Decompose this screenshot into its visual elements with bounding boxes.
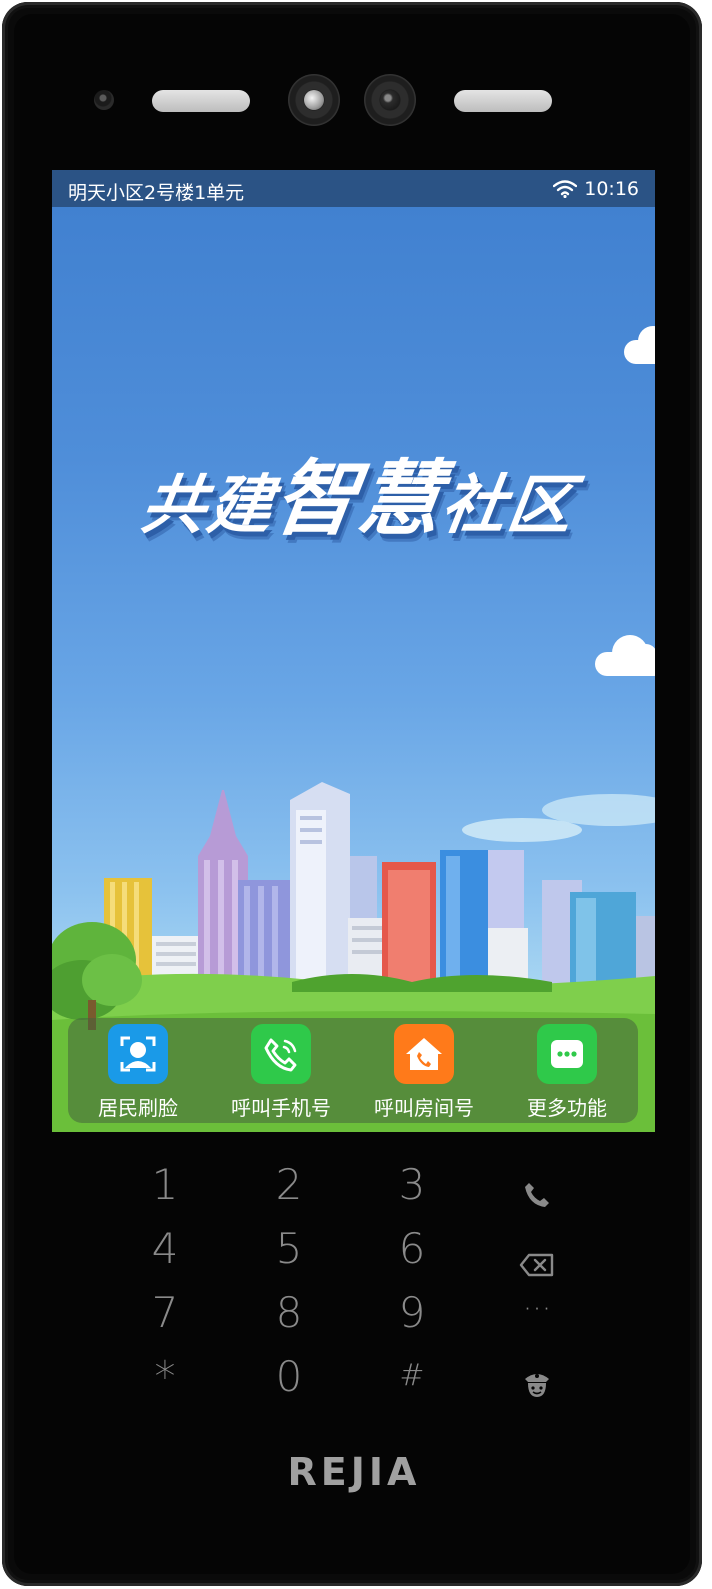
dock-item-call-phone[interactable]: 呼叫手机号 [211, 1024, 351, 1121]
face-scan-icon [108, 1024, 168, 1084]
key-star[interactable]: * [135, 1352, 195, 1401]
speaker-grille-right [454, 90, 552, 112]
key-hash[interactable]: # [382, 1358, 442, 1393]
phone-icon [525, 1183, 549, 1207]
call-key[interactable] [507, 1172, 567, 1221]
camera-left [288, 74, 340, 126]
backspace-icon [519, 1253, 554, 1277]
dock-item-more[interactable]: 更多功能 [497, 1024, 637, 1121]
more-key[interactable]: ··· [507, 1292, 567, 1327]
dock-label-more: 更多功能 [527, 1096, 607, 1120]
backspace-key[interactable] [507, 1238, 567, 1287]
dock-label-phone: 呼叫手机号 [231, 1096, 331, 1120]
key-4[interactable]: 4 [135, 1224, 195, 1273]
indicator-light [94, 90, 114, 110]
dock-item-face-recognition[interactable]: 居民刷脸 [68, 1024, 208, 1121]
slogan-part-3: 社区 [436, 469, 580, 543]
guard-icon [525, 1374, 549, 1397]
phone-call-icon [251, 1024, 311, 1084]
slogan-part-2: 智慧 [268, 452, 450, 547]
key-2[interactable]: 2 [259, 1160, 319, 1209]
intercom-device: 明天小区2号楼1单元 10:16 共建智慧社区 居民刷脸 呼叫手机号 呼叫房间号… [2, 2, 702, 1586]
key-6[interactable]: 6 [382, 1224, 442, 1273]
key-5[interactable]: 5 [259, 1224, 319, 1273]
dock-label-face: 居民刷脸 [98, 1096, 178, 1120]
hero-slogan: 共建智慧社区 [72, 432, 649, 551]
speaker-grille-left [152, 90, 250, 112]
dock-label-room: 呼叫房间号 [374, 1096, 474, 1120]
camera-right [364, 74, 416, 126]
dock-item-call-room[interactable]: 呼叫房间号 [354, 1024, 494, 1121]
key-1[interactable]: 1 [135, 1160, 195, 1209]
key-8[interactable]: 8 [259, 1288, 319, 1337]
slogan-part-1: 共建 [136, 469, 280, 543]
display-screen: 明天小区2号楼1单元 10:16 共建智慧社区 居民刷脸 呼叫手机号 呼叫房间号… [52, 170, 655, 1132]
key-7[interactable]: 7 [135, 1288, 195, 1337]
key-0[interactable]: 0 [259, 1352, 319, 1401]
key-9[interactable]: 9 [382, 1288, 442, 1337]
security-guard-key[interactable] [507, 1362, 567, 1411]
more-icon [537, 1024, 597, 1084]
key-3[interactable]: 3 [382, 1160, 442, 1209]
function-dock: 居民刷脸 呼叫手机号 呼叫房间号 更多功能 [68, 1018, 638, 1123]
wifi-icon [553, 180, 577, 198]
brand-logo: REJIA [287, 1450, 421, 1494]
status-bar: 明天小区2号楼1单元 10:16 [52, 170, 655, 207]
location-label: 明天小区2号楼1单元 [68, 182, 245, 204]
clock: 10:16 [584, 178, 639, 200]
house-call-icon [394, 1024, 454, 1084]
